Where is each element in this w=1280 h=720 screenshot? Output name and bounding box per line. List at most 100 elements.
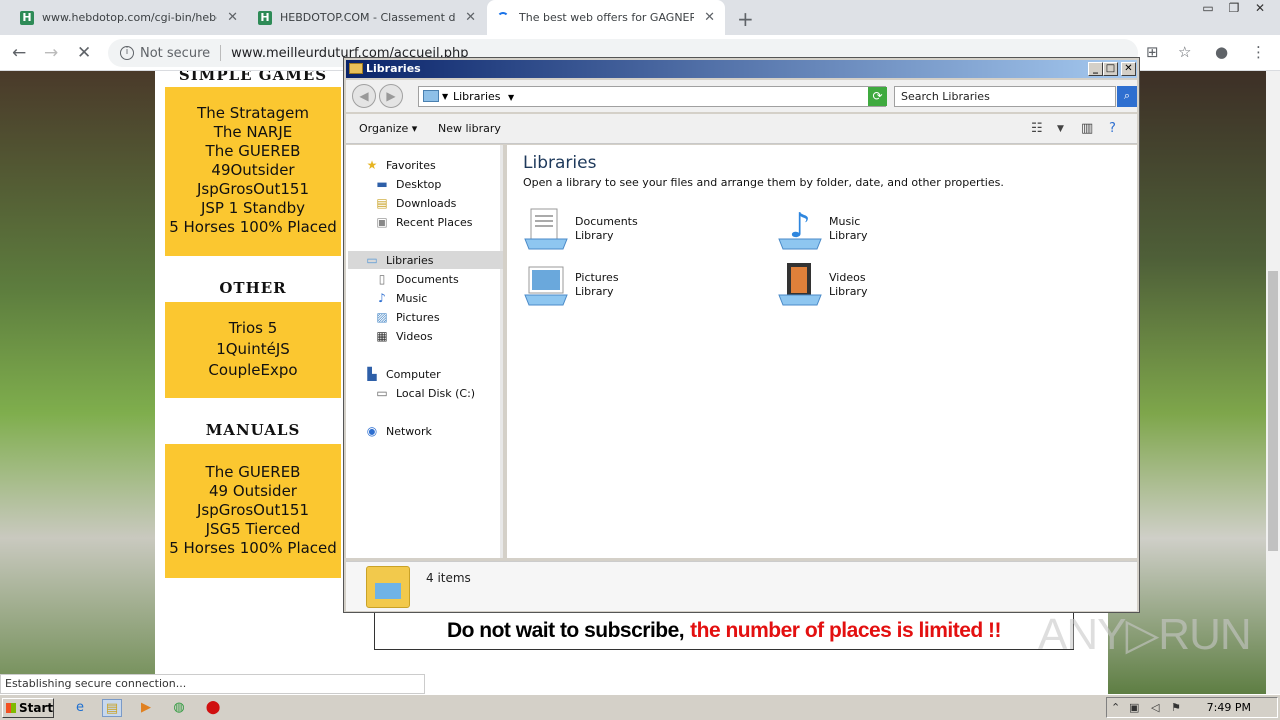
- tray-expand-icon[interactable]: ⌃: [1111, 698, 1120, 717]
- tab-hebdotop-cgi[interactable]: H www.hebdotop.com/cgi-bin/hebdoto ✕: [10, 0, 248, 35]
- clock[interactable]: 7:49 PM: [1207, 698, 1251, 717]
- internet-explorer-icon[interactable]: e: [70, 699, 90, 717]
- subscribe-banner: Do not wait to subscribe, the number of …: [374, 612, 1074, 650]
- game-link[interactable]: The Stratagem: [165, 104, 341, 123]
- page-scrollbar[interactable]: [1266, 71, 1280, 694]
- breadcrumb-dropdown-icon[interactable]: ▼: [508, 93, 514, 102]
- divider: [220, 45, 222, 61]
- details-pane: 4 items: [346, 561, 1137, 611]
- preview-pane-icon[interactable]: ▥: [1081, 121, 1093, 136]
- network-tray-icon[interactable]: ▣: [1129, 698, 1139, 717]
- forward-button[interactable]: ▶: [379, 84, 403, 108]
- stop-icon[interactable]: ⬤: [203, 699, 223, 717]
- breadcrumb-libraries[interactable]: Libraries: [453, 90, 501, 103]
- nav-documents[interactable]: ▯ Documents: [374, 270, 459, 288]
- game-link[interactable]: The GUEREB: [165, 142, 341, 161]
- stop-loading-icon[interactable]: ✕: [77, 43, 91, 63]
- change-view-icon[interactable]: ☷: [1031, 121, 1043, 136]
- tab-title: www.hebdotop.com/cgi-bin/hebdoto: [42, 11, 217, 24]
- menu-kebab-icon[interactable]: ⋮: [1251, 43, 1266, 61]
- nav-label: Desktop: [396, 177, 442, 191]
- search-icon[interactable]: ⌕: [1117, 86, 1137, 107]
- minimize-icon[interactable]: ▭: [1198, 0, 1218, 16]
- info-icon[interactable]: i: [120, 46, 134, 60]
- libraries-icon: [423, 90, 439, 102]
- explorer-taskbar-icon[interactable]: ▤: [102, 699, 122, 717]
- nav-music[interactable]: ♪ Music: [374, 289, 427, 307]
- new-library-button[interactable]: New library: [438, 122, 501, 135]
- documents-library-icon: [523, 205, 573, 253]
- security-indicator[interactable]: Not secure: [140, 46, 210, 61]
- close-tab-icon[interactable]: ✕: [704, 10, 715, 25]
- game-link[interactable]: 5 Horses 100% Placed: [165, 218, 341, 237]
- breadcrumb-arrow-icon[interactable]: ▼: [442, 87, 448, 106]
- other-link[interactable]: 1QuintéJS: [165, 339, 341, 360]
- tab-hebdotop-classement[interactable]: H HEBDOTOP.COM - Classement de sit ✕: [248, 0, 486, 35]
- nav-downloads[interactable]: ▤ Downloads: [374, 194, 456, 212]
- close-tab-icon[interactable]: ✕: [465, 10, 476, 25]
- library-documents[interactable]: Documents Library: [523, 205, 638, 253]
- library-videos[interactable]: Videos Library: [777, 261, 867, 309]
- back-arrow-icon[interactable]: ←: [12, 43, 26, 63]
- nav-desktop[interactable]: ▬ Desktop: [374, 175, 441, 193]
- other-link[interactable]: CoupleExpo: [165, 360, 341, 381]
- nav-local-disk[interactable]: ▭ Local Disk (C:): [374, 384, 475, 402]
- new-tab-button[interactable]: +: [737, 7, 754, 31]
- view-dropdown-icon[interactable]: ▼: [1057, 124, 1064, 134]
- maximize-button[interactable]: □: [1103, 62, 1118, 76]
- close-window-icon[interactable]: ✕: [1250, 0, 1270, 16]
- volume-icon[interactable]: ◁: [1151, 698, 1159, 717]
- start-button[interactable]: Start: [2, 698, 54, 718]
- nav-label: Favorites: [386, 158, 436, 172]
- nav-label: Videos: [396, 329, 433, 343]
- scrollbar-thumb[interactable]: [1268, 271, 1278, 551]
- tab-best-web-offers[interactable]: The best web offers for GAGNER AU ✕: [487, 0, 725, 35]
- library-name: Documents: [575, 215, 638, 228]
- content-pane: Libraries Open a library to see your fil…: [507, 145, 1137, 558]
- help-icon[interactable]: ?: [1109, 121, 1116, 136]
- translate-icon[interactable]: ⊞: [1146, 43, 1159, 61]
- manual-link[interactable]: 5 Horses 100% Placed: [165, 539, 341, 558]
- chrome-icon[interactable]: ◍: [169, 699, 189, 717]
- nav-network[interactable]: ◉ Network: [364, 422, 432, 440]
- library-name: Videos: [829, 271, 866, 284]
- explorer-address-bar[interactable]: ▼ Libraries ▼ ▼: [418, 86, 886, 107]
- refresh-icon[interactable]: ⟳: [868, 87, 887, 106]
- nav-computer[interactable]: ▙ Computer: [364, 365, 440, 383]
- manual-link[interactable]: JspGrosOut151: [165, 501, 341, 520]
- item-count: 4 items: [426, 571, 471, 585]
- nav-libraries[interactable]: ▭ Libraries: [348, 251, 503, 269]
- action-center-flag-icon[interactable]: ⚑: [1171, 698, 1181, 717]
- close-button[interactable]: ✕: [1121, 62, 1136, 76]
- manual-link[interactable]: 49 Outsider: [165, 482, 341, 501]
- bookmark-star-icon[interactable]: ☆: [1178, 43, 1191, 61]
- computer-icon: ▙: [367, 367, 377, 381]
- forward-arrow-icon[interactable]: →: [44, 43, 58, 63]
- search-input[interactable]: Search Libraries: [894, 86, 1116, 107]
- back-button[interactable]: ◀: [352, 84, 376, 108]
- browser-tab-bar: H www.hebdotop.com/cgi-bin/hebdoto ✕ H H…: [0, 0, 1280, 35]
- game-link[interactable]: The NARJE: [165, 123, 341, 142]
- nav-pictures[interactable]: ▨ Pictures: [374, 308, 439, 326]
- restore-icon[interactable]: ❐: [1224, 0, 1244, 16]
- hebdotop-favicon-icon: H: [20, 10, 34, 25]
- organize-menu[interactable]: Organize ▾: [359, 122, 417, 135]
- close-tab-icon[interactable]: ✕: [227, 10, 238, 25]
- game-link[interactable]: 49Outsider: [165, 161, 341, 180]
- manual-link[interactable]: JSG5 Tierced: [165, 520, 341, 539]
- game-link[interactable]: JspGrosOut151: [165, 180, 341, 199]
- nav-videos[interactable]: ▦ Videos: [374, 327, 433, 345]
- minimize-button[interactable]: _: [1088, 62, 1103, 76]
- game-link[interactable]: JSP 1 Standby: [165, 199, 341, 218]
- profile-avatar-icon[interactable]: ●: [1215, 43, 1228, 61]
- media-player-icon[interactable]: ▶: [136, 699, 156, 717]
- library-music[interactable]: ♪ Music Library: [777, 205, 867, 253]
- library-pictures[interactable]: Pictures Library: [523, 261, 619, 309]
- nav-label: Documents: [396, 272, 459, 286]
- other-link[interactable]: Trios 5: [165, 318, 341, 339]
- manual-link[interactable]: The GUEREB: [165, 463, 341, 482]
- library-type: Library: [829, 285, 868, 298]
- nav-favorites[interactable]: ★ Favorites: [364, 156, 436, 174]
- nav-recent-places[interactable]: ▣ Recent Places: [374, 213, 472, 231]
- explorer-title-bar[interactable]: Libraries _ □ ✕: [346, 60, 1137, 78]
